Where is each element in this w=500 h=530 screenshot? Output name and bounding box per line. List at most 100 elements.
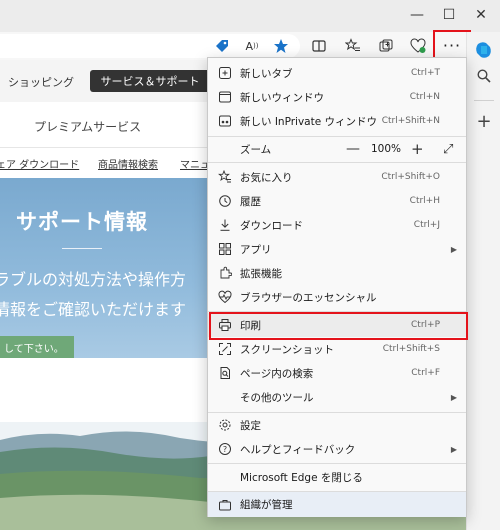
menu-help-label: ヘルプとフィードバック xyxy=(240,443,356,456)
minimize-icon: — xyxy=(410,7,424,23)
collections-icon[interactable] xyxy=(375,36,397,56)
new-window-icon xyxy=(217,89,233,105)
briefcase-icon xyxy=(217,497,233,513)
hero-text-line-1: ラブルの対処方法や操作方 xyxy=(0,270,187,289)
menu-new-inprivate-shortcut: Ctrl+Shift+N xyxy=(381,116,440,126)
menu-new-tab-shortcut: Ctrl+T xyxy=(410,68,440,78)
menu-new-inprivate-label: 新しい InPrivate ウィンドウ xyxy=(240,115,378,128)
menu-close-edge-label: Microsoft Edge を閉じる xyxy=(240,471,363,484)
menu-downloads[interactable]: ダウンロード Ctrl+J xyxy=(208,213,466,237)
maximize-icon: ☐ xyxy=(442,7,456,23)
edge-sidebar: + xyxy=(466,32,500,530)
link-software-download[interactable]: ェア ダウンロード xyxy=(0,156,79,171)
menu-settings[interactable]: 設定 xyxy=(208,413,466,437)
link-manual[interactable]: マニュ xyxy=(180,156,210,171)
title-bar: — ☐ ✕ xyxy=(0,0,500,32)
browser-essentials-icon[interactable] xyxy=(407,36,429,56)
chevron-right-icon: ▶ xyxy=(450,244,457,254)
minimize-button[interactable]: — xyxy=(404,4,430,26)
menu-new-tab-label: 新しいタブ xyxy=(240,67,293,80)
menu-screenshot-label: スクリーンショット xyxy=(240,343,334,356)
menu-zoom-label: ズーム xyxy=(240,143,272,156)
chevron-right-icon: ▶ xyxy=(450,444,457,454)
menu-browser-essentials[interactable]: ブラウザーのエッセンシャル xyxy=(208,285,466,309)
menu-essentials-label: ブラウザーのエッセンシャル xyxy=(240,291,377,304)
menu-find-on-page[interactable]: ページ内の検索 Ctrl+F xyxy=(208,361,466,385)
menu-apps-label: アプリ xyxy=(240,243,272,256)
close-icon: ✕ xyxy=(475,7,487,23)
close-window-button[interactable]: ✕ xyxy=(468,4,494,26)
browser-toolbar: A)) xyxy=(0,32,466,60)
zoom-out-button[interactable]: — xyxy=(346,141,360,157)
extensions-icon xyxy=(217,265,233,281)
split-screen-icon[interactable] xyxy=(308,36,330,56)
menu-history-shortcut: Ctrl+H xyxy=(409,196,440,206)
menu-find-shortcut: Ctrl+F xyxy=(411,368,440,378)
menu-zoom: ズーム — 100% + ⤢ xyxy=(208,137,466,161)
copilot-icon[interactable] xyxy=(472,38,496,62)
zoom-in-button[interactable]: + xyxy=(411,140,424,158)
read-aloud-icon[interactable]: A)) xyxy=(241,36,263,56)
shopping-tag-icon[interactable] xyxy=(211,36,233,56)
favorites-icon[interactable] xyxy=(342,36,364,56)
menu-extensions[interactable]: 拡張機能 xyxy=(208,261,466,285)
menu-more-tools[interactable]: その他のツール ▶ xyxy=(208,385,466,409)
menu-favorites-label: お気に入り xyxy=(240,171,293,184)
menu-history-label: 履歴 xyxy=(240,195,261,208)
find-icon xyxy=(217,365,233,381)
menu-extensions-label: 拡張機能 xyxy=(240,267,282,280)
menu-apps[interactable]: アプリ ▶ xyxy=(208,237,466,261)
gear-icon xyxy=(217,417,233,433)
menu-separator xyxy=(208,162,466,163)
add-icon[interactable]: + xyxy=(472,109,496,133)
menu-favorites[interactable]: お気に入り Ctrl+Shift+O xyxy=(208,165,466,189)
svg-text:?: ? xyxy=(223,445,227,454)
menu-screenshot-shortcut: Ctrl+Shift+S xyxy=(382,344,440,354)
menu-favorites-shortcut: Ctrl+Shift+O xyxy=(381,172,440,182)
hero-divider xyxy=(62,248,102,249)
screenshot-icon xyxy=(217,341,233,357)
inprivate-icon xyxy=(217,113,233,129)
fullscreen-icon[interactable]: ⤢ xyxy=(443,142,453,157)
menu-new-tab[interactable]: 新しいタブ Ctrl+T xyxy=(208,61,466,85)
new-tab-icon xyxy=(217,65,233,81)
menu-close-edge[interactable]: Microsoft Edge を閉じる xyxy=(208,465,466,489)
search-icon[interactable] xyxy=(472,64,496,88)
help-icon: ? xyxy=(217,441,233,457)
menu-more-tools-label: その他のツール xyxy=(240,391,314,404)
favorite-star-icon[interactable] xyxy=(270,36,292,56)
sidebar-divider xyxy=(474,100,494,101)
menu-history[interactable]: 履歴 Ctrl+H xyxy=(208,189,466,213)
menu-downloads-label: ダウンロード xyxy=(240,219,303,232)
hero-title: サポート情報 xyxy=(16,210,148,234)
menu-new-inprivate[interactable]: 新しい InPrivate ウィンドウ Ctrl+Shift+N xyxy=(208,109,466,133)
nav-shopping[interactable]: ショッピング xyxy=(8,74,74,90)
apps-icon xyxy=(217,241,233,257)
menu-find-label: ページ内の検索 xyxy=(240,367,314,380)
maximize-button[interactable]: ☐ xyxy=(436,4,462,26)
link-product-search[interactable]: 商品情報検索 xyxy=(98,156,158,171)
menu-settings-label: 設定 xyxy=(240,419,261,432)
menu-managed-label: 組織が管理 xyxy=(240,499,293,511)
menu-managed-by-org[interactable]: 組織が管理 xyxy=(208,492,466,517)
nav-support[interactable]: サービス＆サポート xyxy=(90,70,210,92)
menu-new-window-label: 新しいウィンドウ xyxy=(240,91,324,104)
hero-text-line-2: 情報をご確認いただけます xyxy=(0,300,187,319)
heart-pulse-icon xyxy=(217,289,233,305)
menu-new-window-shortcut: Ctrl+N xyxy=(409,92,440,102)
settings-and-more-menu: 新しいタブ Ctrl+T 新しいウィンドウ Ctrl+N 新しい InPriva… xyxy=(207,57,467,517)
hero-button[interactable]: して下さい。 xyxy=(0,336,74,358)
menu-downloads-shortcut: Ctrl+J xyxy=(413,220,440,230)
menu-new-window[interactable]: 新しいウィンドウ Ctrl+N xyxy=(208,85,466,109)
print-highlight-box xyxy=(209,312,468,340)
menu-help-feedback[interactable]: ? ヘルプとフィードバック ▶ xyxy=(208,437,466,461)
nav-premium[interactable]: プレミアムサービス xyxy=(34,118,141,135)
zoom-level: 100% xyxy=(371,143,402,155)
more-icon: ··· xyxy=(442,35,462,55)
history-icon xyxy=(217,193,233,209)
chevron-right-icon: ▶ xyxy=(450,392,457,402)
favorites-icon xyxy=(217,169,233,185)
download-icon xyxy=(217,217,233,233)
menu-separator xyxy=(208,463,466,464)
menu-screenshot[interactable]: スクリーンショット Ctrl+Shift+S xyxy=(208,337,466,361)
